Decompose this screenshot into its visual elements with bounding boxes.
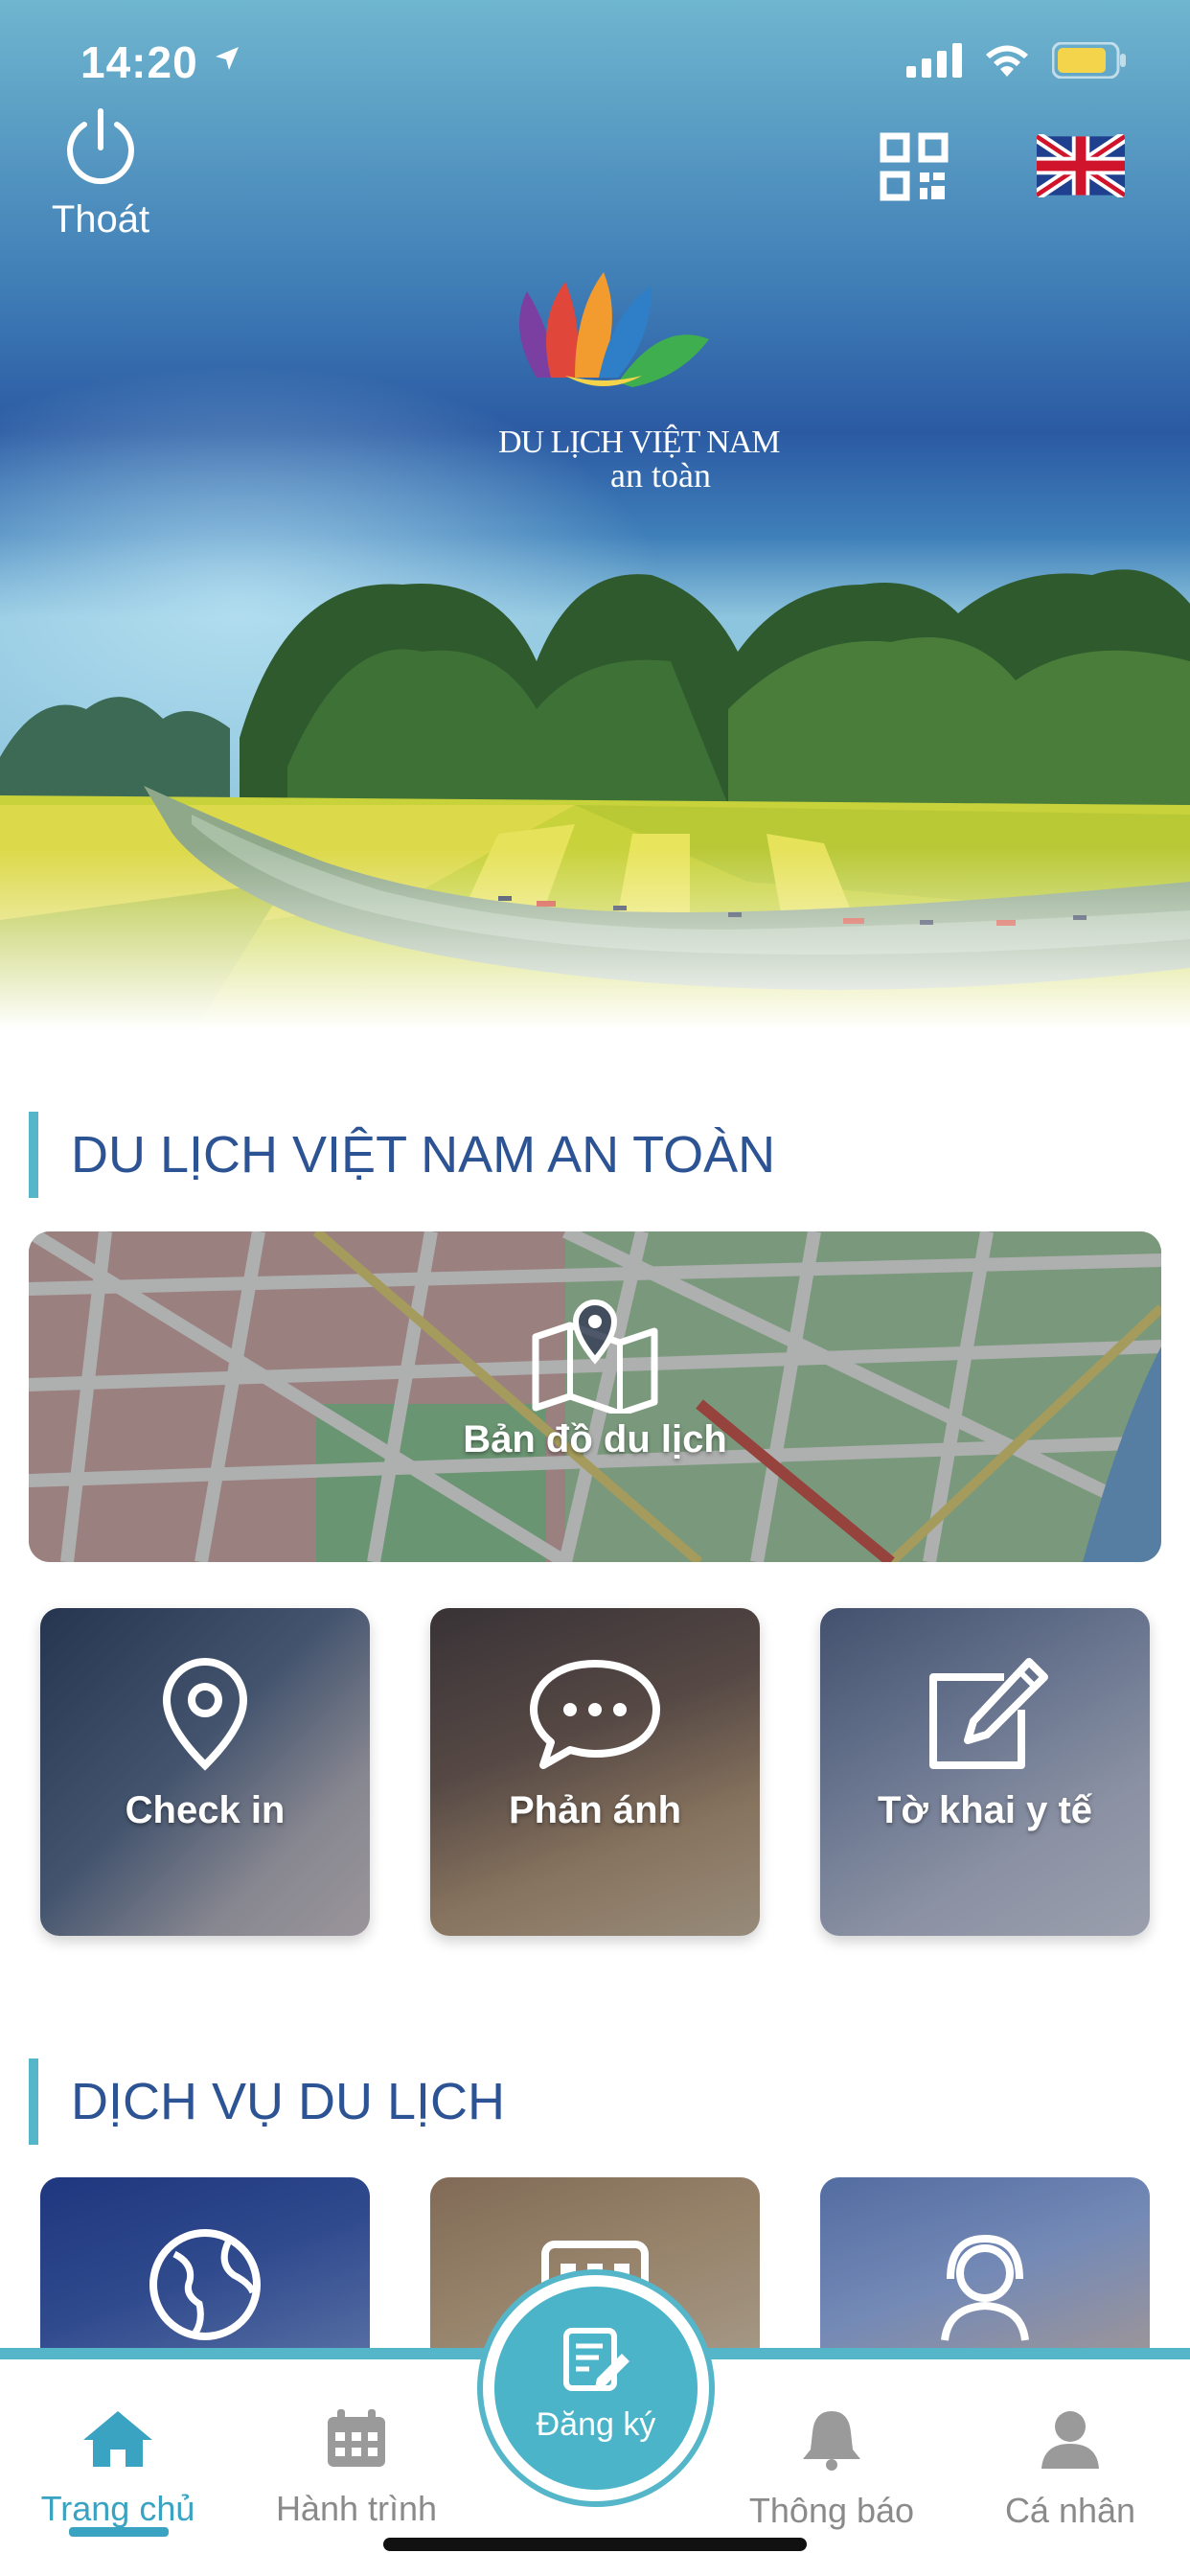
folded-map-icon [532,1299,658,1417]
brand-subtitle: an toàn [610,456,711,494]
hero-banner [0,0,1190,1030]
status-time: 14:20 [80,37,198,87]
register-form-icon [563,2328,629,2391]
tab-profile[interactable]: Cá nhân [960,2407,1180,2531]
uk-flag-icon[interactable] [1037,134,1125,197]
power-icon [67,108,134,185]
chat-bubble-icon [530,1660,660,1769]
feedback-tile[interactable]: Phản ánh [430,1608,760,1936]
tab-itinerary[interactable]: Hành trình [246,2407,467,2529]
register-label: Đăng ký [536,2406,656,2443]
logout-label: Thoát [51,198,150,241]
tab-profile-label: Cá nhân [1004,2491,1136,2530]
qr-code-icon[interactable] [880,132,949,201]
section-title-safe-travel: DU LỊCH VIỆT NAM AN TOÀN [29,1112,775,1198]
service-tile-hotels[interactable] [40,2177,370,2369]
service-tile-support[interactable] [820,2177,1150,2369]
user-icon [1041,2411,1099,2469]
edit-form-icon [929,1658,1048,1769]
battery-icon [1052,42,1126,79]
calendar-icon [328,2409,385,2467]
tab-notifications[interactable]: Thông báo [721,2407,942,2531]
location-pin-icon [162,1657,248,1771]
map-card-label: Bản đồ du lịch [463,1418,727,1460]
lotus-logo-icon [519,272,709,387]
register-button[interactable]: Đăng ký [483,2275,709,2501]
tourism-map-card[interactable]: Bản đồ du lịch [29,1231,1161,1562]
logout-button[interactable]: Thoát [38,104,163,242]
location-arrow-icon [216,47,239,70]
globe-icon [149,2229,261,2340]
health-declaration-tile[interactable]: Tờ khai y tế [820,1608,1150,1936]
home-icon [83,2411,152,2467]
tab-home[interactable]: Trang chủ [8,2407,228,2529]
check-in-tile[interactable]: Check in [40,1608,370,1936]
section-title-travel-services: DỊCH VỤ DU LỊCH [29,2058,505,2145]
support-agent-icon [941,2234,1029,2341]
brand-logo: DU LỊCH VIỆT NAM an toàn [498,263,780,495]
bell-icon [803,2411,860,2471]
tab-itinerary-label: Hành trình [275,2489,438,2528]
active-tab-indicator [69,2527,169,2537]
home-indicator [383,2538,807,2551]
tab-notifications-label: Thông báo [748,2491,915,2530]
tab-home-label: Trang chủ [40,2489,195,2528]
health-declaration-label: Tờ khai y tế [877,1789,1093,1831]
feedback-label: Phản ánh [508,1789,682,1831]
wifi-icon [986,45,1028,77]
check-in-label: Check in [125,1789,286,1831]
status-indicators [906,42,1127,79]
signal-icon [906,43,962,78]
